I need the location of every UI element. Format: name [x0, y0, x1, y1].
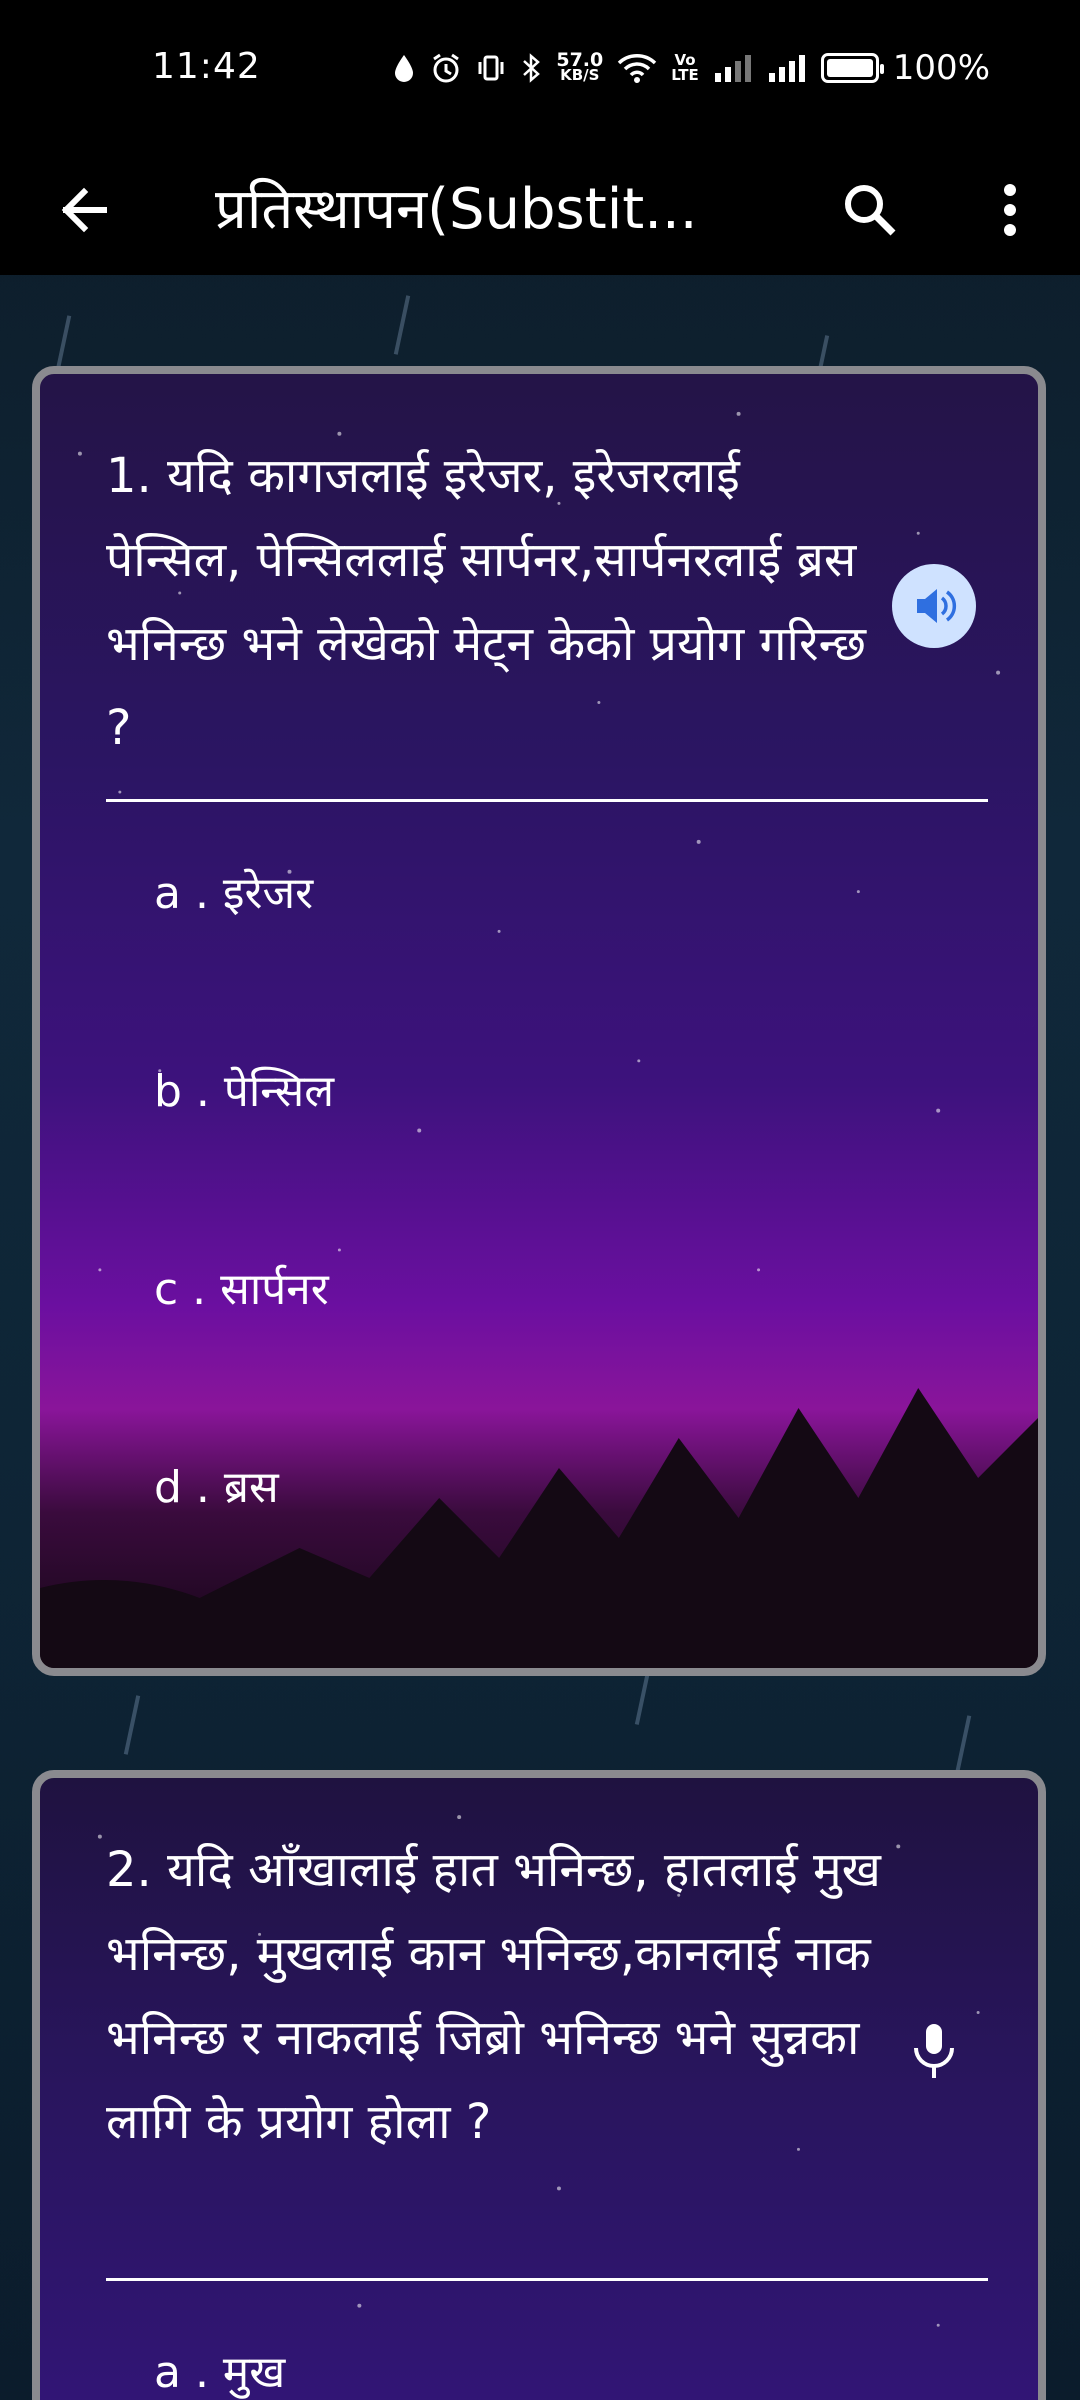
question-text: 2. यदि आँखालाई हात भनिन्छ, हातलाई मुख भन… [106, 1842, 881, 2150]
bluetooth-icon [523, 53, 541, 83]
battery-icon [820, 53, 884, 83]
signal-sim2-icon [768, 55, 805, 82]
question-card: 1. यदि कागजलाई इरेजर, इरेजरलाई पेन्सिल, … [32, 366, 1046, 1676]
vibrate-icon [478, 55, 504, 81]
rain-streak [634, 1675, 650, 1725]
speaker-icon [917, 589, 957, 623]
speaker-button[interactable] [892, 564, 976, 648]
question-divider [106, 799, 988, 802]
battery-level: 100% [892, 48, 990, 88]
net-speed-unit: KB/S [560, 66, 600, 84]
signal-sim1-icon [714, 55, 751, 82]
question-divider [106, 2278, 988, 2281]
status-icons: 57.0 KB/S Vo LTE 100% [392, 48, 990, 88]
page-title: प्रतिस्थापन(Substit... [215, 177, 698, 242]
mic-icon [914, 2024, 954, 2078]
option-a[interactable]: a . इरेजर [154, 864, 313, 924]
question-card: 2. यदि आँखालाई हात भनिन्छ, हातलाई मुख भन… [32, 1770, 1046, 2400]
option-c[interactable]: c . सार्पनर [154, 1260, 329, 1320]
volte-indicator: Vo LTE [671, 53, 699, 83]
status-bar: 11:42 57.0 KB/S Vo LTE 100% [0, 0, 1080, 145]
status-time: 11:42 [152, 46, 261, 87]
option-a[interactable]: a . मुख [154, 2343, 285, 2400]
arrow-left-icon [61, 187, 107, 233]
wifi-icon [618, 54, 657, 83]
net-speed: 57.0 KB/S [556, 51, 603, 84]
data-saver-icon [395, 55, 414, 82]
search-icon [845, 185, 896, 236]
volte-bottom: LTE [671, 66, 699, 84]
alarm-icon [433, 53, 460, 83]
rain-streak [393, 295, 411, 355]
moon-illustration [955, 949, 1038, 1044]
rain-streak [123, 1695, 141, 1755]
search-button[interactable] [835, 175, 905, 245]
option-b[interactable]: b . पेन्सिल [154, 1062, 334, 1122]
mic-button[interactable] [902, 2018, 966, 2082]
more-options-button[interactable] [975, 175, 1045, 245]
back-button[interactable] [50, 175, 120, 245]
more-vert-icon [1004, 184, 1016, 236]
app-bar: प्रतिस्थापन(Substit... [0, 145, 1080, 275]
option-d[interactable]: d . ब्रस [154, 1458, 279, 1518]
question-text: 1. यदि कागजलाई इरेजर, इरेजरलाई पेन्सिल, … [106, 448, 866, 756]
